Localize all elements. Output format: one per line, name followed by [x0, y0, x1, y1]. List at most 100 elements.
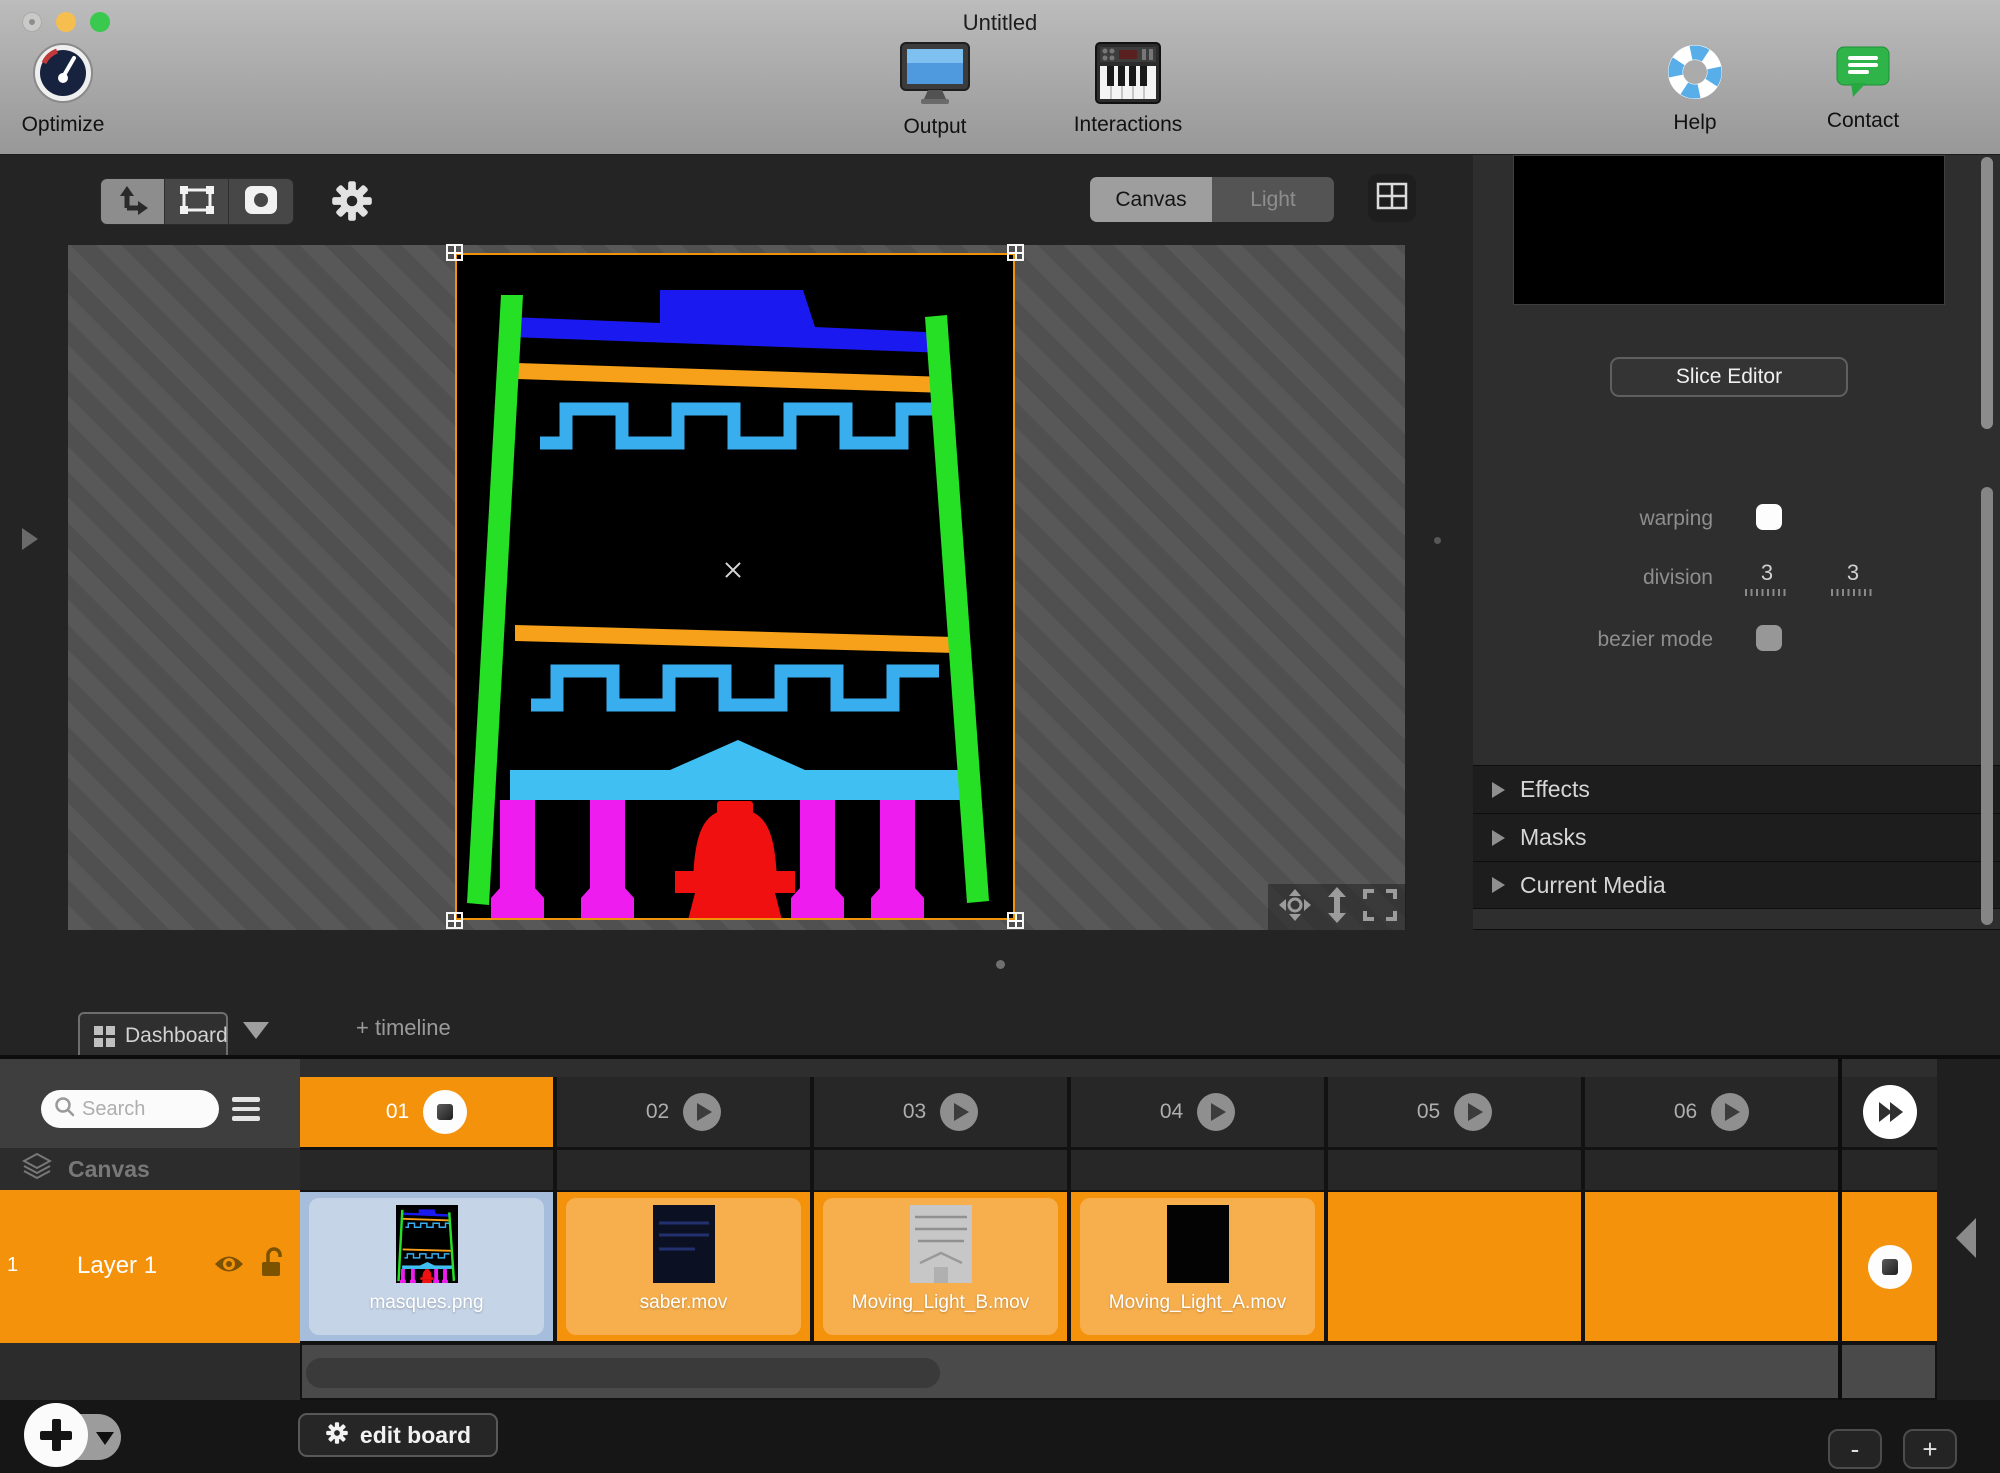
- gear-icon: [325, 1421, 349, 1450]
- canvas-view-tab[interactable]: Canvas: [1090, 177, 1212, 222]
- fullscreen-icon[interactable]: [1363, 889, 1397, 926]
- division-y-value[interactable]: 3: [1835, 560, 1871, 586]
- disclosure-triangle-icon: [1492, 830, 1505, 846]
- canvas-settings-button[interactable]: [330, 179, 374, 228]
- masks-label: Masks: [1520, 824, 1586, 851]
- skip-forward-button[interactable]: [1863, 1085, 1917, 1139]
- effects-section-header[interactable]: Effects: [1473, 765, 2000, 813]
- add-timeline-button[interactable]: + timeline: [356, 1015, 451, 1041]
- speedometer-icon: [32, 91, 94, 108]
- column-header-01[interactable]: 01: [300, 1077, 553, 1147]
- handle-bottom-right[interactable]: [1007, 912, 1024, 929]
- fast-forward-icon: [1875, 1100, 1905, 1124]
- stop-button[interactable]: [423, 1090, 467, 1134]
- mapping-workspace[interactable]: [68, 245, 1405, 930]
- interactions-label: Interactions: [1053, 113, 1203, 137]
- interactions-button[interactable]: Interactions: [1053, 42, 1203, 137]
- media-cell-01[interactable]: masques.png: [300, 1192, 553, 1341]
- search-input[interactable]: [82, 1098, 200, 1121]
- bezier-mode-checkbox[interactable]: [1756, 625, 1782, 651]
- left-panel-expand-arrow[interactable]: [22, 528, 38, 550]
- column-header-02[interactable]: 02: [557, 1077, 810, 1147]
- panel-scrollbar-thumb[interactable]: [1981, 487, 1993, 925]
- dropdown-arrow-icon: [96, 1432, 114, 1445]
- help-button[interactable]: Help: [1620, 42, 1770, 135]
- panel-scrollbar-upper[interactable]: [1981, 157, 1993, 429]
- move-tool-button[interactable]: [101, 179, 165, 225]
- edit-board-button[interactable]: edit board: [298, 1413, 498, 1457]
- midi-keyboard-icon: [1095, 91, 1161, 108]
- play-button[interactable]: [1711, 1093, 1749, 1131]
- media-cell-02[interactable]: saber.mov: [557, 1192, 810, 1341]
- media-cell-04[interactable]: Moving_Light_A.mov: [1071, 1192, 1324, 1341]
- dashboard-tab[interactable]: Dashboard: [78, 1012, 228, 1058]
- main-toolbar: Untitled Optimize: [0, 0, 2000, 155]
- canvas-cell: [1842, 1150, 1937, 1190]
- division-x-slider[interactable]: [1745, 589, 1789, 596]
- layer-row-header[interactable]: 1 Layer 1: [0, 1190, 300, 1343]
- layer-lock-icon[interactable]: [260, 1246, 284, 1283]
- layer-stop-button[interactable]: [1868, 1245, 1912, 1289]
- board-search-row: [0, 1059, 300, 1148]
- transform-tool-button[interactable]: [165, 179, 229, 225]
- selection-border: [455, 253, 1015, 920]
- media-cell-05[interactable]: [1328, 1192, 1581, 1341]
- selected-surface[interactable]: [455, 253, 1015, 920]
- play-button[interactable]: [683, 1093, 721, 1131]
- vertical-arrow-icon[interactable]: [1321, 887, 1353, 928]
- board-menu-icon[interactable]: [232, 1097, 260, 1126]
- slice-editor-button[interactable]: Slice Editor: [1610, 357, 1848, 397]
- app-window: Untitled Optimize: [0, 0, 2000, 1473]
- division-y-slider[interactable]: [1831, 589, 1875, 596]
- contact-label: Contact: [1788, 109, 1938, 133]
- moving-light-a-thumbnail: [1167, 1205, 1229, 1288]
- help-label: Help: [1620, 111, 1770, 135]
- disclosure-triangle-icon: [1492, 877, 1505, 893]
- mask-tool-button[interactable]: [229, 179, 293, 225]
- play-button[interactable]: [940, 1093, 978, 1131]
- canvas-group-row[interactable]: Canvas: [0, 1148, 300, 1190]
- play-icon: [954, 1103, 969, 1121]
- output-button[interactable]: Output: [860, 42, 1010, 139]
- current-media-section-header[interactable]: Current Media: [1473, 861, 2000, 909]
- column-header-06[interactable]: 06: [1585, 1077, 1838, 1147]
- handle-top-left[interactable]: [446, 244, 463, 261]
- handle-top-right[interactable]: [1007, 244, 1024, 261]
- pan-icon[interactable]: [1278, 888, 1312, 927]
- handle-bottom-left[interactable]: [446, 912, 463, 929]
- collapse-board-arrow[interactable]: [1956, 1218, 1976, 1258]
- layer-name[interactable]: Layer 1: [77, 1252, 157, 1280]
- masks-section-header[interactable]: Masks: [1473, 813, 2000, 861]
- chat-bubble-icon: [1834, 87, 1892, 104]
- dashboard-menu-arrow[interactable]: [243, 1022, 269, 1039]
- optimize-button[interactable]: Optimize: [0, 42, 138, 137]
- board-scrollbar-thumb[interactable]: [306, 1358, 940, 1388]
- contact-button[interactable]: Contact: [1788, 42, 1938, 133]
- optimize-label: Optimize: [0, 113, 138, 137]
- canvas-cell: [300, 1150, 553, 1190]
- window-title: Untitled: [0, 10, 2000, 36]
- column-number: 02: [646, 1100, 669, 1124]
- masques-thumbnail: [396, 1205, 458, 1288]
- canvas-cell: [1071, 1150, 1324, 1190]
- warping-checkbox[interactable]: [1756, 504, 1782, 530]
- play-button[interactable]: [1197, 1093, 1235, 1131]
- zoom-in-button[interactable]: +: [1903, 1429, 1957, 1469]
- column-header-03[interactable]: 03: [814, 1077, 1067, 1147]
- canvas-cell: [557, 1150, 810, 1190]
- column-header-05[interactable]: 05: [1328, 1077, 1581, 1147]
- play-button[interactable]: [1454, 1093, 1492, 1131]
- column-header-04[interactable]: 04: [1071, 1077, 1324, 1147]
- media-cell-03[interactable]: Moving_Light_B.mov: [814, 1192, 1067, 1341]
- output-preview: [1513, 155, 1945, 305]
- division-x-value[interactable]: 3: [1749, 560, 1785, 586]
- layer-index: 1: [7, 1254, 18, 1277]
- search-field[interactable]: [41, 1090, 219, 1128]
- division-label: division: [1473, 566, 1713, 590]
- layer-visibility-eye-icon[interactable]: [213, 1253, 245, 1280]
- zoom-out-button[interactable]: -: [1828, 1429, 1882, 1469]
- media-cell-06[interactable]: [1585, 1192, 1838, 1341]
- grid-view-button[interactable]: [1368, 174, 1416, 222]
- light-view-tab[interactable]: Light: [1212, 177, 1334, 222]
- add-media-button[interactable]: [24, 1403, 88, 1467]
